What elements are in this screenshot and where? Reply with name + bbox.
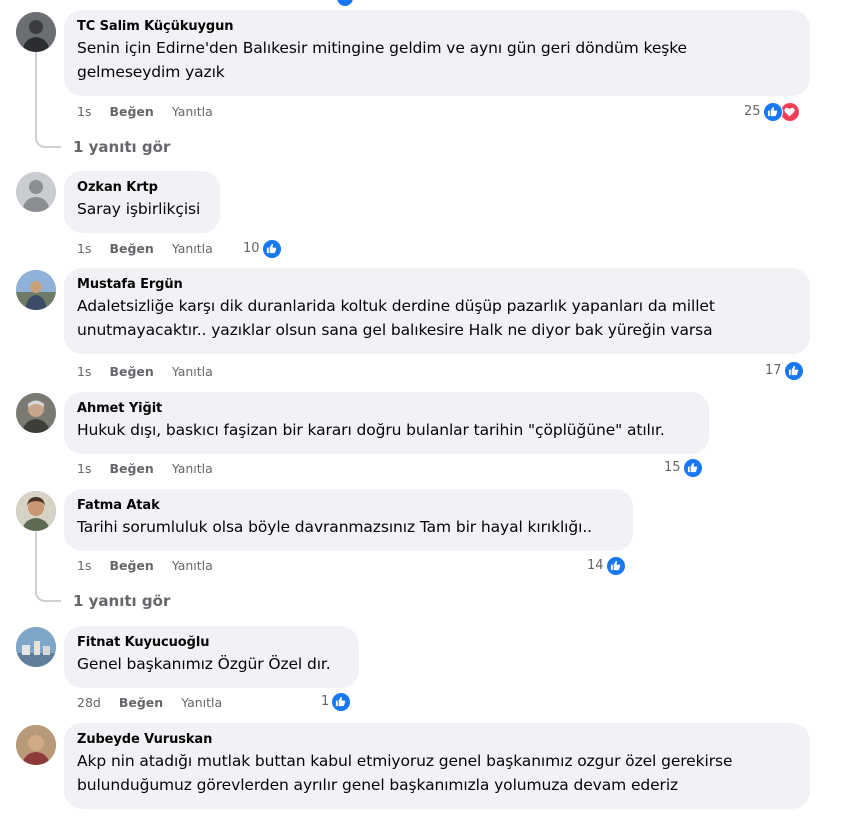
reaction-summary[interactable]: 25 [744,102,800,122]
comment-time[interactable]: 1s [77,104,91,120]
like-reaction-icon [783,361,804,381]
reaction-count: 14 [587,558,604,573]
reaction-count: 15 [664,460,681,475]
reply-button[interactable]: Yanıtla [172,241,213,257]
reply-button[interactable]: Yanıtla [172,104,213,120]
comment-time[interactable]: 28d [77,695,101,711]
love-reaction-icon [779,102,800,122]
comment-text: Akp nin atadığı mutlak buttan kabul etmi… [77,752,733,770]
comment-text: Hukuk dışı, baskıcı faşizan bir kararı d… [77,421,665,439]
avatar[interactable] [16,172,56,212]
avatar[interactable] [16,627,56,667]
comment-bubble: Fatma Atak Tarihi sorumluluk olsa böyle … [64,489,633,551]
like-button[interactable]: Beğen [109,364,153,380]
comment-author[interactable]: Fatma Atak [77,497,619,515]
like-icon [337,0,353,6]
like-button[interactable]: Beğen [109,461,153,477]
comment-actions: 1s Beğen Yanıtla [77,104,213,120]
comment-text: Tarihi sorumluluk olsa böyle davranmazsı… [77,518,592,536]
like-reaction-icon [682,458,703,478]
comment-actions: 1s Beğen Yanıtla [77,461,213,477]
comment-text: Genel başkanımız Özgür Özel dır. [77,655,331,673]
avatar[interactable] [16,393,56,433]
reply-button[interactable]: Yanıtla [172,558,213,574]
reaction-summary[interactable]: 10 [243,239,282,259]
comment-time[interactable]: 1s [77,461,91,477]
like-button[interactable]: Beğen [109,558,153,574]
like-reaction-icon [762,102,783,122]
view-replies-link[interactable]: 1 yanıtı gör [73,137,170,157]
reaction-summary[interactable]: 15 [664,458,703,478]
comment-bubble: Mustafa Ergün Adaletsizliğe karşı dik du… [64,268,810,354]
comment-text: gelmeseydim yazık [77,63,225,81]
comment-author[interactable]: Ozkan Krtp [77,179,206,197]
like-reaction-icon [605,556,626,576]
thread-connector [35,590,61,602]
reaction-summary[interactable]: 14 [587,556,626,576]
reaction-count: 17 [765,363,782,378]
comment-actions: 1s Beğen Yanıtla [77,558,213,574]
comment-text: bulunduğumuz görevlerden ayrılır genel b… [77,776,679,794]
comment-time[interactable]: 1s [77,241,91,257]
comment-bubble: Ozkan Krtp Saray işbirlikçisi [64,171,220,233]
reply-button[interactable]: Yanıtla [172,364,213,380]
comment-time[interactable]: 1s [77,558,91,574]
avatar[interactable] [16,12,56,52]
thread-connector [35,136,61,148]
reaction-count: 25 [744,104,761,119]
comment-text: Saray işbirlikçisi [77,200,201,218]
view-replies-link[interactable]: 1 yanıtı gör [73,591,170,611]
like-button[interactable]: Beğen [119,695,163,711]
comment-bubble: Fitnat Kuyucuoğlu Genel başkanımız Özgür… [64,626,359,688]
reply-button[interactable]: Yanıtla [172,461,213,477]
avatar[interactable] [16,491,56,531]
reaction-count: 10 [243,241,260,256]
avatar[interactable] [16,725,56,765]
comment-bubble: Ahmet Yiğit Hukuk dışı, baskıcı faşizan … [64,392,709,454]
comment-text: unutmayacaktır.. yazıklar olsun sana gel… [77,321,713,339]
reaction-count: 1 [321,694,330,709]
comment-text: Adaletsizliğe karşı dik duranlarida kolt… [77,297,715,315]
comment-actions: 28d Beğen Yanıtla [77,695,222,711]
thread-line [35,532,37,590]
comment-author[interactable]: Mustafa Ergün [77,276,796,294]
like-button[interactable]: Beğen [109,104,153,120]
comment-bubble: Zubeyde Vuruskan Akp nin atadığı mutlak … [64,723,810,809]
comment-actions: 1s Beğen Yanıtla [77,241,213,257]
thread-line [35,52,37,136]
avatar[interactable] [16,270,56,310]
like-button[interactable]: Beğen [109,241,153,257]
comment-author[interactable]: Zubeyde Vuruskan [77,731,796,749]
like-reaction-icon [261,239,282,259]
comment-author[interactable]: Ahmet Yiğit [77,400,695,418]
comment-author[interactable]: Fitnat Kuyucuoğlu [77,634,345,652]
comment-text: Senin için Edirne'den Balıkesir mitingin… [77,39,687,57]
reaction-summary[interactable]: 1 [321,692,352,712]
comment-actions: 1s Beğen Yanıtla [77,364,213,380]
reply-button[interactable]: Yanıtla [181,695,222,711]
reaction-summary[interactable]: 17 [765,361,804,381]
comment-author[interactable]: TC Salim Küçükuygun [77,18,796,36]
like-reaction-icon [331,692,352,712]
comment-bubble: TC Salim Küçükuygun Senin için Edirne'de… [64,10,810,96]
comment-time[interactable]: 1s [77,364,91,380]
